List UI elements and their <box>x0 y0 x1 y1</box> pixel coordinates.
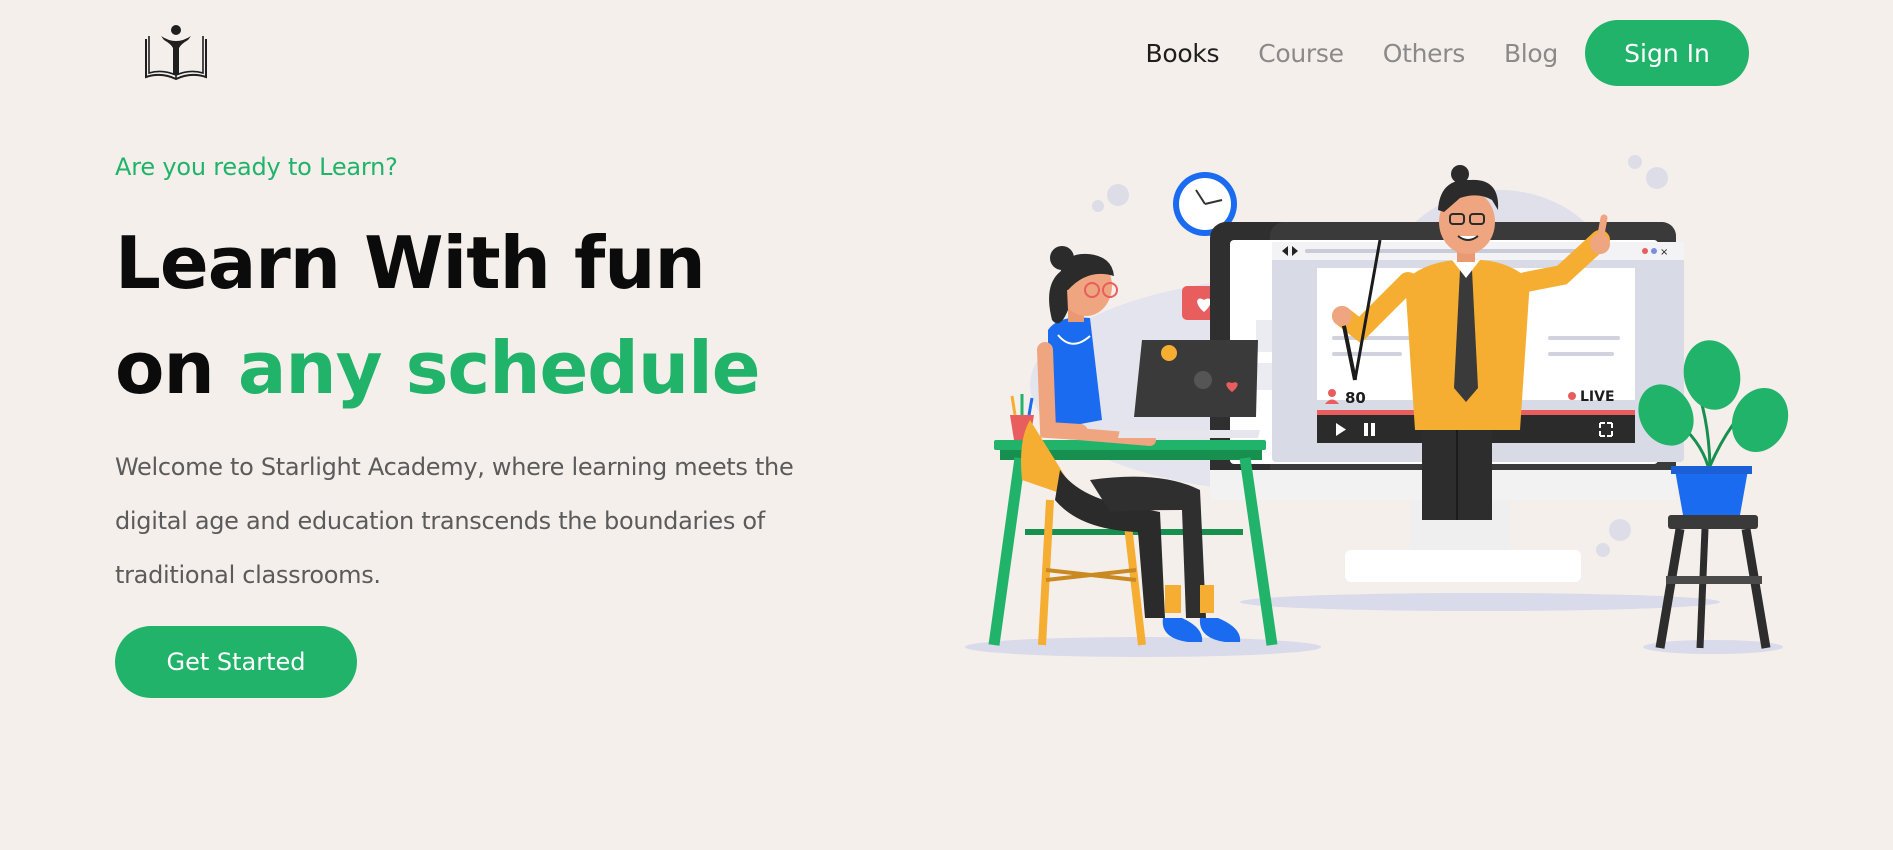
hero-illustration: × 80 LIVE <box>965 155 1789 657</box>
nav-books[interactable]: Books <box>1145 39 1219 68</box>
hero-headline: Learn With fun on any schedule <box>115 211 761 421</box>
headline-line-2-prefix: on <box>115 326 215 410</box>
svg-text:×: × <box>1660 247 1668 258</box>
hero-description: Welcome to Starlight Academy, where lear… <box>115 453 794 589</box>
hero-eyebrow: Are you ready to Learn? <box>115 153 398 181</box>
nav-blog[interactable]: Blog <box>1504 39 1558 68</box>
sign-in-button[interactable]: Sign In <box>1585 20 1749 86</box>
nav-others[interactable]: Others <box>1383 39 1466 68</box>
main-nav: Books Course Others Blog Sign In <box>1145 20 1749 86</box>
headline-accent: any schedule <box>237 326 761 410</box>
live-label: LIVE <box>1580 389 1615 405</box>
get-started-button[interactable]: Get Started <box>115 626 357 698</box>
logo-book-icon[interactable] <box>143 22 209 82</box>
viewer-count: 80 <box>1345 389 1366 407</box>
nav-course[interactable]: Course <box>1258 39 1344 68</box>
headline-line-1: Learn With fun <box>115 221 706 305</box>
